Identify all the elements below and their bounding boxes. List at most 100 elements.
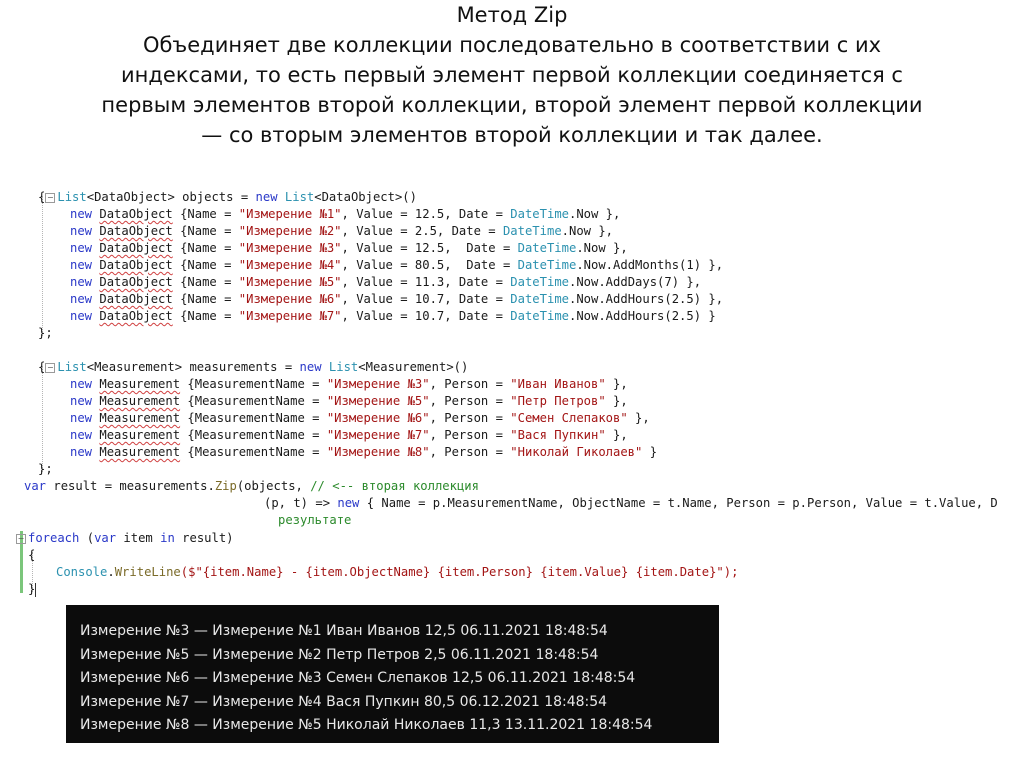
code-token-string: "Измерение №5": [326, 394, 430, 408]
code-token-type: DateTime: [502, 224, 562, 238]
code-token-type: DataObject: [99, 275, 173, 289]
code-token-type: DataObject: [99, 292, 173, 306]
code-line-foreach: − foreach (var item in result): [16, 531, 234, 545]
code-token-string: "Измерение №4": [238, 258, 342, 272]
code-line-lambda: (p, t) => new { Name = p.MeasurementName…: [264, 495, 998, 512]
code-line-close-brace: };: [38, 326, 53, 340]
code-token-args: (objects,: [236, 479, 303, 493]
code-token-member: .Now.AddHours(2.5) }: [569, 309, 716, 323]
code-line-measurement: new Measurement {MeasurementName = "Изме…: [70, 377, 628, 391]
code-token-number: 80.5: [414, 258, 445, 272]
indent-guide: [42, 196, 43, 336]
code-token-string: "Измерение №7": [238, 309, 342, 323]
console-line: Измерение №8 — Измерение №5 Николай Нико…: [80, 717, 653, 733]
code-line-close-brace: }: [28, 582, 37, 597]
code-token-member: .Now },: [561, 224, 614, 238]
code-token-string: "Измерение №7": [326, 428, 430, 442]
code-token-identifier: measurements: [119, 479, 208, 493]
slide-description-line-1: Объединяет две коллекции последовательно…: [142, 33, 882, 57]
code-token-type: Console: [56, 565, 108, 579]
code-token-member: .Now },: [576, 241, 628, 255]
code-line-measurement: new Measurement {MeasurementName = "Изме…: [70, 411, 650, 425]
code-token-type: DateTime: [510, 207, 569, 221]
code-token-comment: результате: [278, 513, 352, 527]
code-token-type: DataObject: [99, 258, 173, 272]
code-line-data-object: new DataObject {Name = "Измерение №7", V…: [70, 309, 716, 323]
code-token-type: DateTime: [510, 309, 569, 323]
code-token-string: "Измерение №8": [326, 445, 430, 459]
code-token-type: DataObject: [99, 241, 173, 255]
code-token-comment: // <-- вторая коллекция: [310, 479, 479, 493]
code-token-type: Measurement: [99, 428, 181, 442]
code-token-keyword: new: [70, 445, 93, 459]
code-token-keyword: new: [255, 190, 278, 204]
code-token-generic: DataObject: [94, 190, 168, 204]
collapse-icon[interactable]: −: [45, 192, 56, 203]
code-token-type: Measurement: [99, 411, 181, 425]
console-line: Измерение №6 — Измерение №3 Семен Слепак…: [80, 670, 636, 686]
code-token-identifier: item: [123, 531, 153, 545]
code-line-comment-continued: результате: [278, 512, 351, 529]
console-output-window: Измерение №3 — Измерение №1 Иван Иванов …: [66, 605, 719, 743]
code-token-keyword: new: [70, 292, 93, 306]
slide-header: Метод Zip Объединяет две коллекции после…: [30, 0, 994, 150]
console-line: Измерение №7 — Измерение №4 Вася Пупкин …: [80, 693, 608, 710]
code-token-type: List: [328, 360, 359, 374]
code-token-string: "Измерение №5": [238, 275, 342, 289]
code-token-type: Measurement: [99, 394, 181, 408]
collapse-icon[interactable]: −: [45, 362, 56, 373]
code-token-member: .Now.AddMonths(1) },: [576, 258, 724, 272]
code-token-type: DataObject: [99, 207, 173, 221]
indent-guide: [42, 366, 43, 472]
code-token-method: WriteLine: [114, 565, 181, 579]
code-token-type: DataObject: [99, 224, 173, 238]
code-token-number: 2.5: [414, 224, 437, 238]
code-token-generic: DataObject: [321, 190, 395, 204]
code-line-console-writeline: Console.WriteLine($"{item.Name} - {item.…: [56, 565, 739, 579]
code-token-punctuation: },: [605, 394, 628, 408]
code-token-punctuation: },: [627, 411, 650, 425]
code-token-generic: Measurement: [94, 360, 175, 374]
code-token-number: 11.3: [414, 275, 445, 289]
code-line-data-object: new DataObject {Name = "Измерение №3", V…: [70, 241, 628, 255]
code-token-type: DateTime: [510, 275, 569, 289]
code-token-identifier: objects: [182, 190, 234, 204]
code-token-keyword: new: [70, 411, 93, 425]
code-token-keyword: foreach: [28, 531, 80, 545]
collapse-icon[interactable]: −: [16, 533, 26, 544]
code-line-data-object: new DataObject {Name = "Измерение №4", V…: [70, 258, 724, 272]
code-token-operator: =: [240, 190, 249, 204]
code-token-string: "Измерение №6": [326, 411, 430, 425]
code-token-type: DateTime: [517, 258, 577, 272]
code-token-type: List: [57, 360, 87, 374]
code-token-keyword: in: [160, 531, 175, 545]
console-line: Измерение №3 — Измерение №1 Иван Иванов …: [80, 623, 608, 639]
slide-title: Метод Zip: [456, 3, 568, 27]
code-token-string: "Николай Гиколаев": [510, 445, 643, 459]
code-line-zip-call: var result = measurements.Zip(objects, /…: [24, 479, 479, 493]
slide-description-line-2: индексами, то есть первый элемент первой…: [121, 63, 903, 87]
code-token-type: DataObject: [99, 309, 173, 323]
code-line-measurement: new Measurement {MeasurementName = "Изме…: [70, 445, 658, 459]
code-line-measurement: new Measurement {MeasurementName = "Изме…: [70, 394, 628, 408]
code-line-objects-declaration: − List<DataObject> objects = new List<Dat…: [45, 190, 417, 204]
code-token-identifier: result): [182, 531, 234, 545]
code-line-data-object: new DataObject {Name = "Измерение №2", V…: [70, 224, 614, 238]
code-token-keyword: new: [70, 207, 93, 221]
code-token-identifier: result: [53, 479, 98, 493]
code-token-punctuation: },: [605, 428, 628, 442]
code-token-type: Measurement: [99, 445, 181, 459]
code-token-keyword: new: [299, 360, 322, 374]
code-token-identifier: measurements: [189, 360, 278, 374]
code-line-measurement: new Measurement {MeasurementName = "Изме…: [70, 428, 628, 442]
code-token-type: DateTime: [517, 241, 577, 255]
code-line-open-brace: {: [38, 190, 46, 204]
code-token-keyword: var: [94, 531, 117, 545]
code-token-generic: Measurement: [365, 360, 447, 374]
code-token-keyword: new: [70, 309, 93, 323]
code-token-string: "Измерение №1": [238, 207, 342, 221]
code-token-string: "Семен Слепаков": [510, 411, 628, 425]
code-token-string: "Вася Пупкин": [510, 428, 606, 442]
code-token-punctuation: },: [605, 377, 628, 391]
code-token-number: 12.5: [414, 241, 445, 255]
